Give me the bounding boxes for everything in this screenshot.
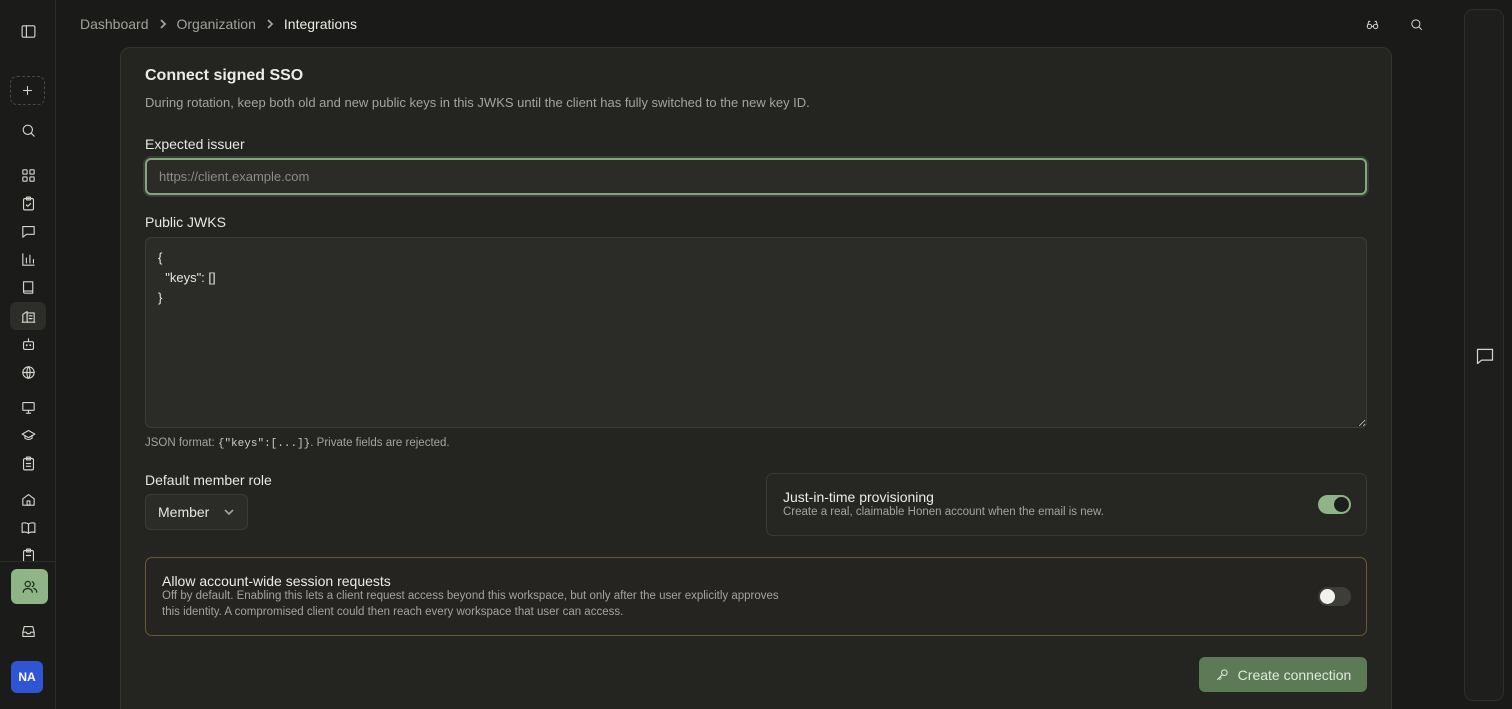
search-icon[interactable] [1406,14,1426,34]
chevron-right-icon [158,19,168,29]
presentation-icon[interactable] [10,393,46,421]
jwks-label: Public JWKS [145,214,226,230]
issuer-label: Expected issuer [145,136,245,152]
plus-icon [23,86,32,95]
breadcrumb-organization[interactable]: Organization [177,16,256,32]
create-connection-button[interactable]: Create connection [1199,657,1367,692]
home-icon[interactable] [10,485,46,513]
bot-icon[interactable] [10,330,46,358]
avatar[interactable]: NA [11,661,43,693]
add-button[interactable] [10,76,45,105]
book-open-icon[interactable] [10,513,46,541]
form-description: During rotation, keep both old and new p… [145,95,810,110]
building-icon[interactable] [10,302,46,330]
jwks-helper-text: JSON format: {"keys":[...]}. Private fie… [145,437,450,450]
clipboard-check-icon[interactable] [10,189,46,217]
breadcrumb-dashboard[interactable]: Dashboard [80,16,149,32]
bar-chart-icon[interactable] [10,245,46,273]
clipboard-icon[interactable] [10,541,46,561]
chat-icon[interactable] [10,217,46,245]
right-panel [1464,9,1504,701]
book-icon[interactable] [10,273,46,301]
chevron-right-icon [265,19,275,29]
jit-provisioning-panel: Just-in-time provisioning Create a real,… [766,473,1367,536]
sidebar-toggle-icon[interactable] [10,17,46,45]
globe-icon[interactable] [10,358,46,386]
inbox-icon[interactable] [10,617,46,645]
rail-divider [0,561,56,562]
users-icon[interactable] [11,569,48,604]
role-select-value: Member [158,504,210,520]
left-rail: NA [0,0,56,709]
glasses-icon[interactable] [1362,14,1382,34]
session-description: Off by default. Enabling this lets a cli… [162,590,779,618]
clipboard-list-icon[interactable] [10,449,46,477]
session-toggle[interactable] [1318,587,1351,606]
chat-icon[interactable] [1475,346,1495,366]
breadcrumb-current: Integrations [283,16,358,32]
jwks-textarea[interactable]: { "keys": [] } [145,237,1367,428]
search-icon[interactable] [10,116,46,144]
breadcrumb: Dashboard Organization Integrations [80,14,357,34]
session-title: Allow account-wide session requests [162,573,391,589]
jit-title: Just-in-time provisioning [783,489,934,505]
role-select[interactable]: Member [145,494,248,530]
dashboard-icon[interactable] [10,161,46,189]
key-icon [1216,669,1228,680]
session-requests-panel: Allow account-wide session requests Off … [145,557,1367,636]
jit-toggle[interactable] [1318,495,1351,514]
role-label: Default member role [145,472,272,488]
chevron-down-icon [224,509,234,516]
jit-description: Create a real, claimable Honen account w… [783,506,1104,518]
issuer-input[interactable] [145,158,1367,195]
form-title: Connect signed SSO [145,67,304,84]
graduation-cap-icon[interactable] [10,421,46,449]
